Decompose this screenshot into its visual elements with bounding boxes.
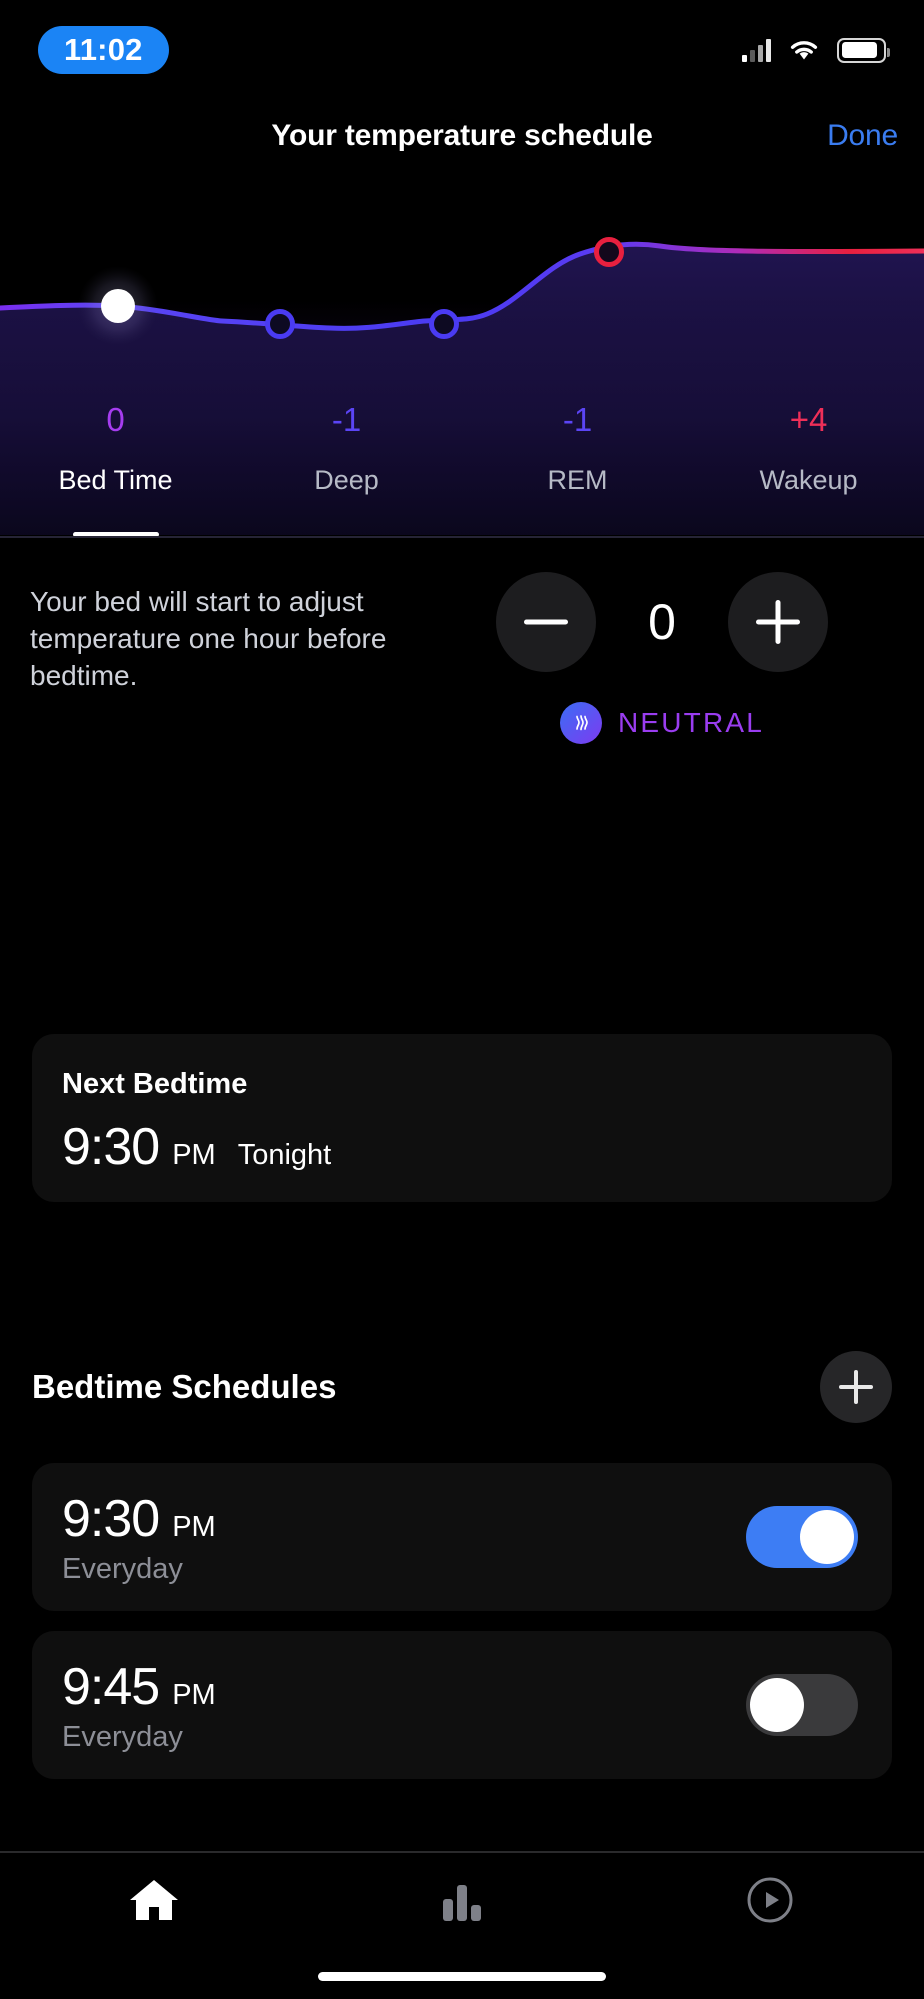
toggle-knob bbox=[800, 1510, 854, 1564]
next-bedtime-card[interactable]: Next Bedtime 9:30 PM Tonight bbox=[32, 1034, 892, 1202]
bar-chart-icon bbox=[437, 1877, 487, 1928]
plus-icon bbox=[839, 1370, 873, 1404]
adjust-description: Your bed will start to adjust temperatur… bbox=[30, 586, 387, 691]
done-button[interactable]: Done bbox=[827, 119, 898, 153]
app-screen: 11:02 Your temperature schedule Done 0 -… bbox=[0, 0, 924, 1999]
bedtime-schedules-title: Bedtime Schedules bbox=[32, 1368, 337, 1405]
tab-deep-label: Deep bbox=[314, 465, 379, 495]
next-bedtime-when: Tonight bbox=[237, 1139, 332, 1171]
temperature-stepper: 0 bbox=[400, 572, 924, 672]
tabbar-item-home[interactable] bbox=[0, 1876, 308, 1929]
temperature-adjust-section: Your bed will start to adjust temperatur… bbox=[0, 566, 924, 744]
chart-value-wakeup: +4 bbox=[789, 401, 828, 438]
page-title: Your temperature schedule bbox=[271, 119, 653, 152]
navigation-bar: Your temperature schedule Done bbox=[0, 100, 924, 172]
status-time-pill: 11:02 bbox=[38, 26, 169, 74]
chart-point-wakeup bbox=[594, 237, 624, 267]
tab-bed-time[interactable]: Bed Time bbox=[0, 455, 231, 537]
increase-temperature-button[interactable] bbox=[728, 572, 828, 672]
sleep-stage-tabs: Bed Time Deep REM Wakeup bbox=[0, 455, 924, 537]
chart-section-divider bbox=[0, 536, 924, 538]
tab-rem-label: REM bbox=[547, 465, 608, 495]
chart-point-rem bbox=[429, 309, 459, 339]
home-icon bbox=[128, 1876, 180, 1929]
stepper-wrapper: 0 NEUTRAL bbox=[400, 566, 924, 744]
next-bedtime-time: 9:30 bbox=[62, 1118, 160, 1176]
chart-point-bed-time bbox=[101, 289, 135, 323]
minus-icon bbox=[524, 600, 568, 644]
decrease-temperature-button[interactable] bbox=[496, 572, 596, 672]
chart-value-row: 0 -1 -1 +4 bbox=[0, 395, 924, 445]
status-bar: 11:02 bbox=[0, 0, 924, 100]
schedule-days: Everyday bbox=[62, 1720, 183, 1753]
tab-wakeup-label: Wakeup bbox=[759, 465, 858, 495]
schedule-days: Everyday bbox=[62, 1552, 183, 1585]
schedule-time: 9:30 bbox=[62, 1489, 160, 1548]
schedule-ampm: PM bbox=[172, 1510, 216, 1543]
tab-wakeup[interactable]: Wakeup bbox=[693, 455, 924, 537]
temperature-status-label: NEUTRAL bbox=[617, 707, 765, 738]
chart-value-rem: -1 bbox=[562, 401, 593, 438]
schedule-info: 9:45 PM Everyday bbox=[62, 1657, 216, 1754]
cellular-signal-icon bbox=[742, 38, 771, 62]
home-indicator bbox=[318, 1972, 606, 1981]
bottom-tab-bar bbox=[0, 1853, 924, 1951]
chart-value-deep: -1 bbox=[331, 401, 362, 438]
next-bedtime-time-row: 9:30 PM Tonight bbox=[62, 1117, 862, 1177]
tab-deep[interactable]: Deep bbox=[231, 455, 462, 537]
battery-icon bbox=[837, 37, 890, 63]
bedtime-schedules-header: Bedtime Schedules bbox=[0, 1342, 924, 1432]
schedule-row[interactable]: 9:30 PM Everyday bbox=[32, 1463, 892, 1611]
schedule-time-row: 9:30 PM bbox=[62, 1489, 216, 1549]
status-icons bbox=[742, 37, 890, 63]
schedule-toggle[interactable] bbox=[746, 1506, 858, 1568]
next-bedtime-label: Next Bedtime bbox=[62, 1068, 248, 1100]
add-schedule-button[interactable] bbox=[820, 1351, 892, 1423]
wifi-icon bbox=[788, 38, 820, 62]
temperature-status: NEUTRAL bbox=[400, 702, 924, 744]
chart-value-bed-time: 0 bbox=[106, 401, 125, 438]
schedule-time-row: 9:45 PM bbox=[62, 1657, 216, 1717]
tabbar-item-play[interactable] bbox=[616, 1875, 924, 1930]
schedule-row[interactable]: 9:45 PM Everyday bbox=[32, 1631, 892, 1779]
temperature-value: 0 bbox=[648, 594, 676, 650]
schedule-info: 9:30 PM Everyday bbox=[62, 1489, 216, 1586]
play-circle-icon bbox=[745, 1875, 795, 1930]
schedule-ampm: PM bbox=[172, 1678, 216, 1711]
schedule-time: 9:45 bbox=[62, 1657, 160, 1716]
plus-icon bbox=[756, 600, 800, 644]
schedule-toggle[interactable] bbox=[746, 1674, 858, 1736]
heat-waves-icon bbox=[559, 702, 602, 744]
chart-point-deep bbox=[265, 309, 295, 339]
tabbar-item-insights[interactable] bbox=[308, 1877, 616, 1928]
toggle-knob bbox=[750, 1678, 804, 1732]
tab-rem[interactable]: REM bbox=[462, 455, 693, 537]
next-bedtime-ampm: PM bbox=[172, 1139, 216, 1171]
tab-bed-time-label: Bed Time bbox=[58, 465, 173, 495]
